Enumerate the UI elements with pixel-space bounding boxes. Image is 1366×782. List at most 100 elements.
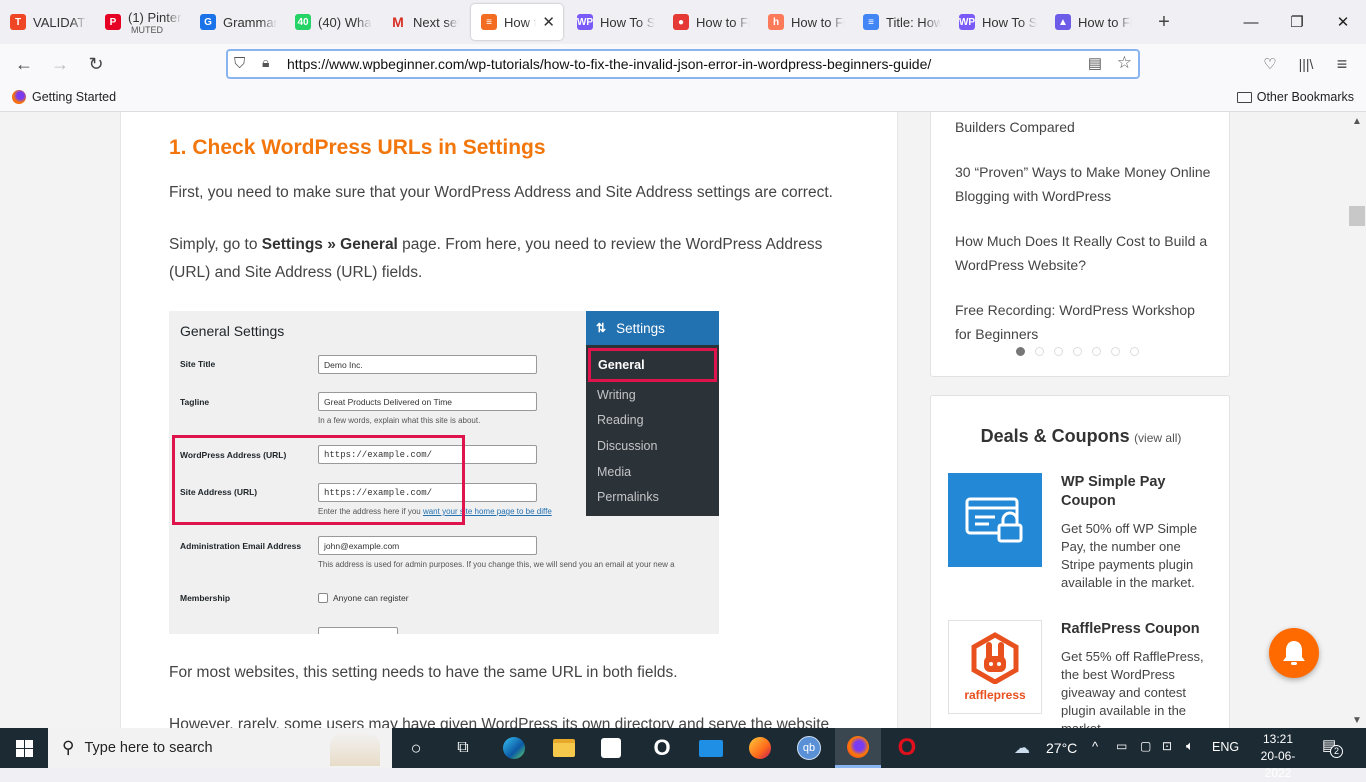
wp-simple-pay-logo[interactable]	[948, 473, 1042, 567]
tab[interactable]: P (1) PinterestMUTED	[95, 4, 190, 40]
rafflepress-logo[interactable]: rafflepress	[948, 620, 1042, 714]
bold-text: Settings » General	[261, 236, 398, 253]
docs-icon: ≡	[863, 14, 879, 30]
bookmark-getting-started[interactable]: Getting Started	[12, 90, 116, 104]
maximize-button[interactable]: ❐	[1274, 0, 1320, 44]
library-icon[interactable]: |||\	[1294, 52, 1318, 76]
clock[interactable]: 13:21 20-06-2022	[1250, 731, 1306, 782]
other-bookmarks[interactable]: Other Bookmarks	[1236, 90, 1354, 104]
tab-label: How To Solve	[600, 14, 655, 30]
section-heading: 1. Check WordPress URLs in Settings	[169, 136, 546, 159]
popular-post-link[interactable]: 30 “Proven” Ways to Make Money Online Bl…	[955, 160, 1215, 208]
firefox-icon	[12, 90, 26, 104]
carousel-dot[interactable]	[1111, 347, 1120, 356]
carousel-dot[interactable]	[1092, 347, 1101, 356]
lock-icon[interactable]: 🔒︎	[262, 54, 269, 71]
vertical-scrollbar[interactable]: ▲ ▼	[1348, 112, 1366, 728]
opera-icon[interactable]: O	[893, 734, 921, 762]
card-lock-icon	[965, 497, 1023, 543]
tooljet-icon: T	[10, 14, 26, 30]
deal-title-link[interactable]: RafflePress Coupon	[1061, 620, 1221, 639]
tab[interactable]: ▲ How to Fix	[1045, 4, 1140, 40]
mail-icon[interactable]	[697, 734, 725, 762]
tab[interactable]: T VALIDATE	[0, 4, 95, 40]
settings-title: General Settings	[180, 323, 285, 339]
app-e-icon[interactable]	[746, 734, 774, 762]
carousel-dot[interactable]	[1073, 347, 1082, 356]
task-view-icon[interactable]: ⧉	[449, 734, 477, 762]
reader-view-icon[interactable]: ▤	[1088, 54, 1102, 72]
notification-center-icon[interactable]: ▤ 2	[1322, 736, 1343, 758]
menu-item-media: Media	[597, 464, 632, 479]
menu-item-general: General	[588, 348, 717, 382]
back-button[interactable]: ←	[12, 52, 36, 76]
hubspot-icon: h	[768, 14, 784, 30]
deal-title-link[interactable]: WP Simple Pay Coupon	[1061, 473, 1221, 511]
scroll-up-arrow[interactable]: ▲	[1352, 116, 1362, 127]
url-text[interactable]: https://www.wpbeginner.com/wp-tutorials/…	[287, 56, 931, 72]
tab[interactable]: WP How To Solve	[949, 4, 1045, 40]
popular-post-link[interactable]: Builders Compared	[955, 115, 1215, 139]
file-explorer-icon[interactable]	[550, 734, 578, 762]
tab[interactable]: 40 (40) WhatsApp	[285, 4, 380, 40]
carousel-dots	[1011, 347, 1144, 356]
wpforms-icon: WP	[959, 14, 975, 30]
checkbox-label: Anyone can register	[333, 593, 409, 603]
tab[interactable]: h How to Fix	[758, 4, 853, 40]
tab[interactable]: WP How To Solve	[567, 4, 663, 40]
notification-bell-button[interactable]	[1269, 628, 1319, 678]
cortana-icon[interactable]: ○	[402, 734, 430, 762]
article-content: 1. Check WordPress URLs in Settings Firs…	[120, 112, 898, 728]
shield-icon[interactable]: ⛉	[234, 55, 245, 72]
network-icon[interactable]: ⊡	[1162, 739, 1172, 753]
opera-gx-icon[interactable]: O	[648, 734, 676, 762]
forward-button[interactable]: →	[48, 52, 72, 76]
tab-label: Grammarly	[223, 14, 277, 30]
carousel-dot[interactable]	[1016, 347, 1025, 356]
pocket-icon[interactable]: ♡	[1258, 52, 1282, 76]
weather-cloud-icon[interactable]: ☁	[1014, 738, 1030, 758]
bell-icon	[1283, 641, 1305, 665]
carousel-dot[interactable]	[1054, 347, 1063, 356]
tab-active[interactable]: ≡ How to ✕	[471, 4, 563, 40]
view-all-link[interactable]: (view all)	[1134, 431, 1181, 445]
volume-icon[interactable]: 🔈︎	[1186, 738, 1194, 754]
tab[interactable]: ● How to Fix	[663, 4, 758, 40]
url-bar[interactable]: ⛉ 🔒︎ https://www.wpbeginner.com/wp-tutor…	[226, 49, 1140, 79]
bookmark-star-icon[interactable]: ☆	[1117, 53, 1132, 73]
close-tab-icon[interactable]: ✕	[542, 13, 555, 31]
start-button[interactable]	[10, 734, 38, 762]
clock-time: 13:21	[1262, 732, 1294, 746]
scroll-down-arrow[interactable]: ▼	[1352, 715, 1362, 726]
menu-icon[interactable]: ≡	[1330, 52, 1354, 76]
tab-label: (40) WhatsApp	[318, 14, 372, 30]
tab-label: Title: How	[886, 14, 941, 30]
deals-heading: Deals & Coupons (view all)	[931, 426, 1231, 447]
minimize-button[interactable]: —	[1228, 0, 1274, 44]
chart-app-icon: ▲	[1055, 14, 1071, 30]
carousel-dot[interactable]	[1035, 347, 1044, 356]
field-label: Administration Email Address	[180, 541, 302, 551]
microsoft-store-icon[interactable]	[597, 734, 625, 762]
show-hidden-icons[interactable]: ^	[1092, 739, 1098, 754]
carousel-dot[interactable]	[1130, 347, 1139, 356]
new-tab-button[interactable]: +	[1150, 11, 1178, 34]
close-window-button[interactable]: ✕	[1320, 0, 1366, 44]
edge-icon[interactable]	[500, 734, 528, 762]
language-indicator[interactable]: ENG	[1212, 740, 1239, 754]
popular-post-link[interactable]: Free Recording: WordPress Workshop for B…	[955, 298, 1215, 346]
meet-now-icon[interactable]: ▢	[1140, 739, 1151, 753]
weather-temperature[interactable]: 27°C	[1046, 740, 1077, 756]
tab-label: How to Fix	[1078, 14, 1132, 30]
deal-description: Get 55% off RafflePress, the best WordPr…	[1061, 649, 1204, 728]
scrollbar-thumb[interactable]	[1349, 206, 1365, 226]
tab[interactable]: M Next set of	[380, 4, 467, 40]
qbittorrent-icon[interactable]: qb	[795, 734, 823, 762]
popular-post-link[interactable]: How Much Does It Really Cost to Build a …	[955, 229, 1215, 277]
taskbar-search-box[interactable]: ⚲ Type here to search	[48, 728, 392, 768]
tab[interactable]: G Grammarly	[190, 4, 285, 40]
battery-icon[interactable]: ▭	[1116, 739, 1127, 753]
tab[interactable]: ≡ Title: How	[853, 4, 949, 40]
reload-button[interactable]: ↻	[84, 52, 108, 76]
firefox-taskbar-button[interactable]	[835, 728, 881, 768]
